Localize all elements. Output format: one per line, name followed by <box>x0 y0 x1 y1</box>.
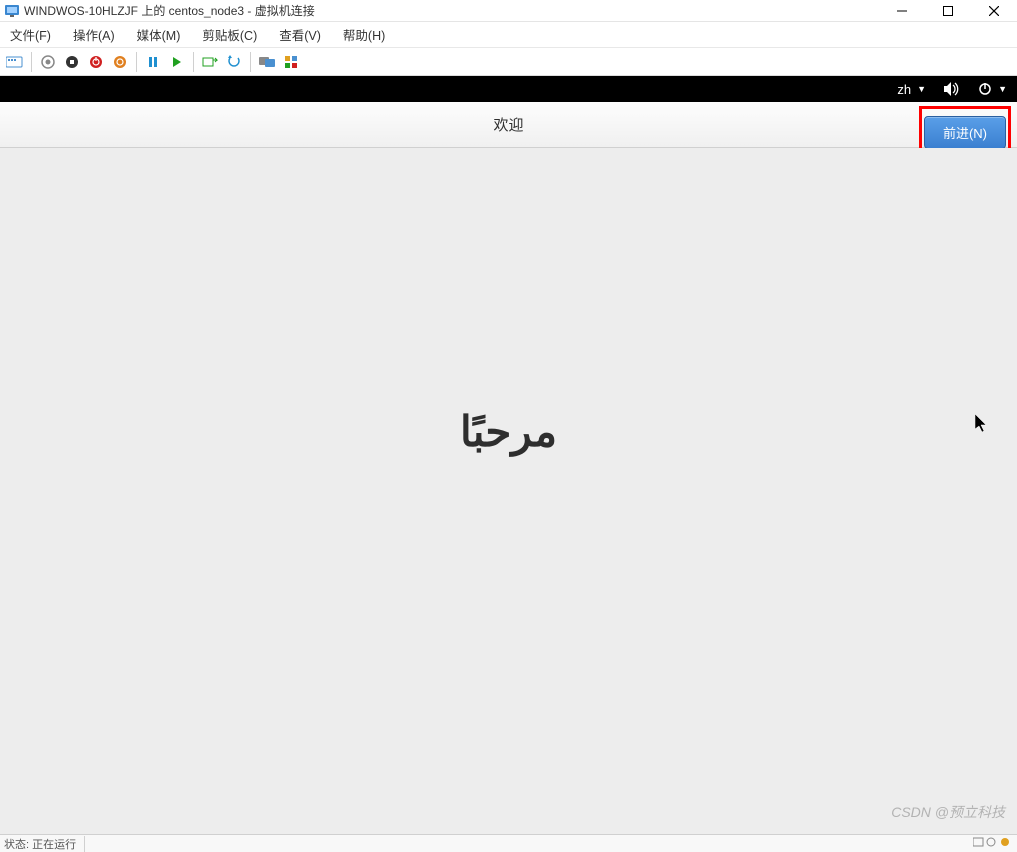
greeting-text: مرحبًا <box>460 407 557 456</box>
toolbar-separator <box>136 52 137 72</box>
share-button[interactable] <box>280 51 302 73</box>
toolbar-separator <box>31 52 32 72</box>
start-button[interactable] <box>37 51 59 73</box>
power-icon <box>978 82 992 96</box>
welcome-header: 欢迎 前进(N) <box>0 102 1017 148</box>
status-text: 状态: 正在运行 <box>4 836 85 852</box>
enhanced-session-button[interactable] <box>256 51 278 73</box>
menu-help[interactable]: 帮助(H) <box>339 23 389 46</box>
ctrl-alt-del-button[interactable] <box>4 51 26 73</box>
app-icon <box>4 3 20 19</box>
close-button[interactable] <box>971 0 1017 22</box>
menu-file[interactable]: 文件(F) <box>6 23 55 46</box>
volume-indicator[interactable] <box>944 82 960 96</box>
statusbar: 状态: 正在运行 <box>0 834 1017 852</box>
menu-action[interactable]: 操作(A) <box>69 23 119 46</box>
chevron-down-icon: ▼ <box>998 84 1007 94</box>
chevron-down-icon: ▼ <box>917 84 926 94</box>
watermark: CSDN @预立科技 <box>891 802 1005 822</box>
minimize-button[interactable] <box>879 0 925 22</box>
toolbar-separator <box>193 52 194 72</box>
toolbar <box>0 48 1017 76</box>
reset-button[interactable] <box>166 51 188 73</box>
next-button[interactable]: 前进(N) <box>924 116 1006 149</box>
input-method-indicator[interactable]: zh ▼ <box>897 82 926 97</box>
menu-view[interactable]: 查看(V) <box>275 23 325 46</box>
page-title: 欢迎 <box>0 114 1017 135</box>
gnome-topbar: zh ▼ ▼ <box>0 76 1017 102</box>
save-button[interactable] <box>109 51 131 73</box>
turnoff-button[interactable] <box>61 51 83 73</box>
window-controls <box>879 0 1017 22</box>
status-icons <box>973 836 1013 851</box>
welcome-content: مرحبًا CSDN @预立科技 <box>0 148 1017 834</box>
menu-clipboard[interactable]: 剪贴板(C) <box>198 23 261 46</box>
window-titlebar: WINDWOS-10HLZJF 上的 centos_node3 - 虚拟机连接 <box>0 0 1017 22</box>
checkpoint-button[interactable] <box>199 51 221 73</box>
maximize-button[interactable] <box>925 0 971 22</box>
window-title: WINDWOS-10HLZJF 上的 centos_node3 - 虚拟机连接 <box>24 2 879 19</box>
system-menu[interactable]: ▼ <box>978 82 1007 96</box>
revert-button[interactable] <box>223 51 245 73</box>
pause-button[interactable] <box>142 51 164 73</box>
speaker-icon <box>944 82 960 96</box>
mouse-cursor-icon <box>975 414 989 439</box>
menubar: 文件(F) 操作(A) 媒体(M) 剪贴板(C) 查看(V) 帮助(H) <box>0 22 1017 48</box>
input-method-label: zh <box>897 82 911 97</box>
toolbar-separator <box>250 52 251 72</box>
shutdown-button[interactable] <box>85 51 107 73</box>
menu-media[interactable]: 媒体(M) <box>133 23 185 46</box>
